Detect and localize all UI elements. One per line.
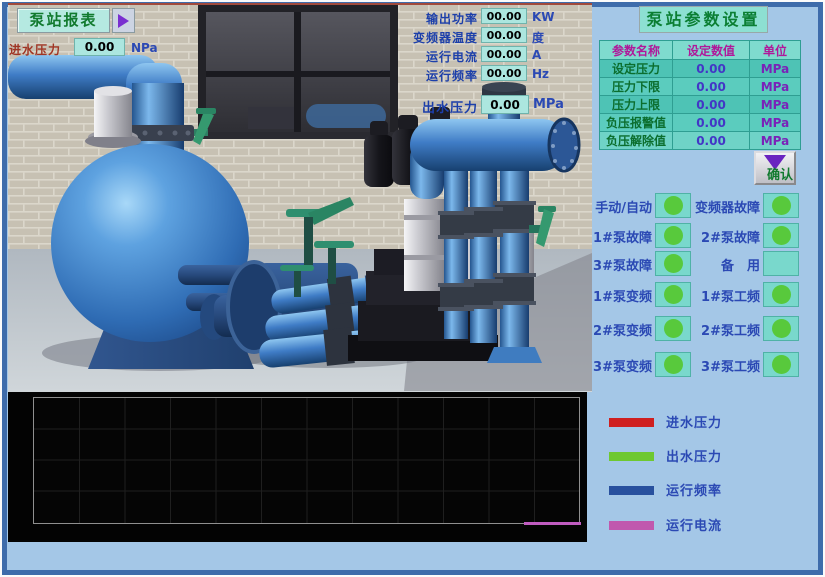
- param-unit: MPa: [750, 114, 801, 132]
- output-power-label: 输出功率: [368, 10, 478, 27]
- report-button[interactable]: 泵站报表: [17, 8, 110, 33]
- status-label-auto-manual: 手动/自动: [548, 197, 652, 216]
- inlet-pressure-unit: NPa: [131, 41, 158, 55]
- legend-swatch-outlet-pressure: [609, 452, 654, 461]
- play-icon: [118, 14, 129, 28]
- legend-swatch-frequency: [609, 486, 654, 495]
- legend-label-inlet-pressure: 进水压力: [666, 412, 722, 431]
- inverter-temp-unit: 度: [532, 29, 544, 46]
- status-lamp-pump3-mains: [763, 352, 799, 377]
- param-name: 压力上限: [600, 96, 673, 114]
- running-frequency-label: 运行频率: [368, 67, 478, 84]
- current-trace-zero-segment: [524, 522, 581, 525]
- trend-chart-panel: [8, 392, 587, 542]
- param-unit: MPa: [750, 60, 801, 78]
- param-value-input[interactable]: 0.00: [673, 60, 750, 78]
- status-lamp-pump2-fault: [763, 223, 799, 248]
- confirm-button[interactable]: 确认: [754, 151, 796, 185]
- green-lamp-icon: [772, 355, 791, 374]
- settings-table: 参数名称 设定数值 单位 设定压力 0.00 MPa 压力下限 0.00 MPa…: [599, 40, 801, 150]
- output-power-value: 00.00: [481, 8, 527, 24]
- report-nav-button[interactable]: [112, 8, 135, 33]
- inverter-temp-label: 变频器温度: [368, 29, 478, 46]
- status-label-pump3-fault: 3#泵故障: [548, 255, 652, 274]
- inlet-pressure-value: 0.00: [74, 38, 125, 56]
- status-label-pump2-fault: 2#泵故障: [656, 227, 760, 246]
- header-unit: 单位: [750, 41, 801, 60]
- param-name: 压力下限: [600, 78, 673, 96]
- param-unit: MPa: [750, 96, 801, 114]
- running-frequency-value: 00.00: [481, 65, 527, 81]
- legend-label-frequency: 运行频率: [666, 480, 722, 499]
- running-frequency-unit: Hz: [532, 67, 549, 81]
- outlet-pressure-label: 出水压力: [388, 97, 478, 116]
- legend-swatch-inlet-pressure: [609, 418, 654, 427]
- running-current-value: 00.00: [481, 46, 527, 62]
- header-set-value: 设定数值: [673, 41, 750, 60]
- status-label-pump1-vfd: 1#泵变频: [548, 286, 652, 305]
- outlet-pressure-value: 0.00: [481, 95, 529, 114]
- table-row: 压力下限 0.00 MPa: [600, 78, 801, 96]
- running-current-label: 运行电流: [368, 48, 478, 65]
- status-label-pump3-mains: 3#泵工频: [656, 356, 760, 375]
- inlet-pressure-label: 进水压力: [9, 41, 61, 58]
- status-lamp-pump2-mains: [763, 316, 799, 341]
- green-lamp-icon: [772, 196, 791, 215]
- green-lamp-icon: [772, 319, 791, 338]
- trend-chart-plot: [33, 397, 580, 524]
- legend-swatch-current: [609, 521, 654, 530]
- param-name: 负压解除值: [600, 132, 673, 150]
- discharge-risers: [438, 159, 542, 363]
- status-label-vfd-fault: 变频器故障: [656, 197, 760, 216]
- param-unit: MPa: [750, 132, 801, 150]
- param-value-input[interactable]: 0.00: [673, 78, 750, 96]
- pump-station-hmi-screen: 泵站报表 进水压力 0.00 NPa 输出功率 00.00 KW 变频器温度 0…: [0, 0, 825, 577]
- table-row: 压力上限 0.00 MPa: [600, 96, 801, 114]
- settings-header-row: 参数名称 设定数值 单位: [600, 41, 801, 60]
- status-label-pump1-mains: 1#泵工频: [656, 286, 760, 305]
- status-label-pump1-fault: 1#泵故障: [548, 227, 652, 246]
- outlet-pressure-unit: MPa: [533, 97, 564, 112]
- header-param-name: 参数名称: [600, 41, 673, 60]
- status-label-pump2-vfd: 2#泵变频: [548, 320, 652, 339]
- inverter-temp-value: 00.00: [481, 27, 527, 43]
- green-lamp-icon: [772, 285, 791, 304]
- table-row: 设定压力 0.00 MPa: [600, 60, 801, 78]
- legend-label-outlet-pressure: 出水压力: [666, 446, 722, 465]
- status-label-pump3-vfd: 3#泵变频: [548, 356, 652, 375]
- confirm-button-label: 确认: [767, 164, 793, 183]
- green-lamp-icon: [772, 226, 791, 245]
- legend-label-current: 运行电流: [666, 515, 722, 534]
- status-lamp-spare-empty: [763, 251, 799, 276]
- param-name: 负压报警值: [600, 114, 673, 132]
- settings-panel-title: 泵站参数设置: [639, 6, 768, 33]
- param-value-input[interactable]: 0.00: [673, 132, 750, 150]
- table-row: 负压解除值 0.00 MPa: [600, 132, 801, 150]
- status-label-pump2-mains: 2#泵工频: [656, 320, 760, 339]
- status-label-spare: 备 用: [656, 255, 760, 274]
- status-lamp-pump1-mains: [763, 282, 799, 307]
- param-unit: MPa: [750, 78, 801, 96]
- output-power-unit: KW: [532, 10, 555, 24]
- param-value-input[interactable]: 0.00: [673, 114, 750, 132]
- param-name: 设定压力: [600, 60, 673, 78]
- param-value-input[interactable]: 0.00: [673, 96, 750, 114]
- trend-grid: [34, 398, 579, 523]
- status-lamp-vfd-fault: [763, 193, 799, 218]
- running-current-unit: A: [532, 48, 541, 62]
- table-row: 负压报警值 0.00 MPa: [600, 114, 801, 132]
